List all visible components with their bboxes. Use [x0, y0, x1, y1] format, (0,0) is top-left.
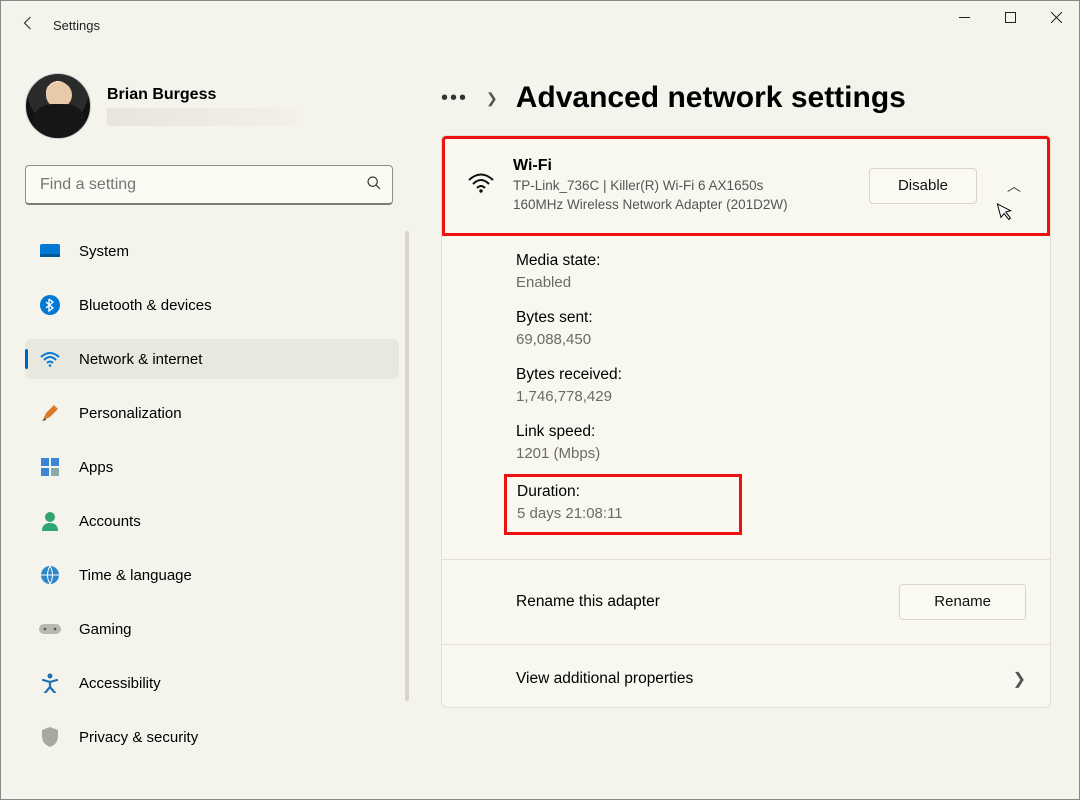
adapter-card: Wi-Fi TP-Link_736C | Killer(R) Wi-Fi 6 A…	[441, 135, 1051, 708]
breadcrumb: ••• ❯ Advanced network settings	[441, 81, 1061, 115]
system-icon	[39, 240, 61, 262]
divider	[442, 559, 1050, 560]
nav-label: Time & language	[79, 567, 192, 584]
nav-label: Bluetooth & devices	[79, 297, 212, 314]
view-properties-label: View additional properties	[516, 670, 693, 688]
bytes-sent-label: Bytes sent:	[516, 309, 1030, 327]
chevron-up-icon[interactable]: ︿	[1001, 176, 1027, 196]
media-state-label: Media state:	[516, 252, 1030, 270]
nav-accessibility[interactable]: Accessibility	[25, 663, 399, 703]
user-block[interactable]: Brian Burgess	[25, 67, 392, 151]
view-properties-row[interactable]: View additional properties ❯	[442, 651, 1050, 707]
bytes-sent-value: 69,088,450	[516, 331, 1030, 348]
nav-bluetooth[interactable]: Bluetooth & devices	[25, 285, 399, 325]
disable-button[interactable]: Disable	[869, 168, 977, 204]
nav-label: Gaming	[79, 621, 132, 638]
shield-icon	[39, 726, 61, 748]
nav-label: Privacy & security	[79, 729, 198, 746]
wifi-icon	[39, 348, 61, 370]
nav-list: System Bluetooth & devices Network & int…	[25, 231, 399, 757]
user-name: Brian Burgess	[107, 86, 297, 104]
accessibility-icon	[39, 672, 61, 694]
titlebar: Settings	[1, 1, 1079, 49]
adapter-stats: Media state: Enabled Bytes sent: 69,088,…	[442, 236, 1050, 553]
rename-button[interactable]: Rename	[899, 584, 1026, 620]
nav-scrollbar[interactable]	[405, 231, 409, 701]
chevron-right-icon: ❯	[486, 90, 498, 107]
page-title: Advanced network settings	[516, 81, 906, 115]
nav-network[interactable]: Network & internet	[25, 339, 399, 379]
nav-gaming[interactable]: Gaming	[25, 609, 399, 649]
nav-label: Network & internet	[79, 351, 202, 368]
nav-label: Accounts	[79, 513, 141, 530]
rename-label: Rename this adapter	[516, 593, 660, 611]
brush-icon	[39, 402, 61, 424]
wifi-icon	[467, 172, 495, 200]
media-state-value: Enabled	[516, 274, 1030, 291]
duration-value: 5 days 21:08:11	[517, 505, 689, 522]
nav-time-language[interactable]: Time & language	[25, 555, 399, 595]
nav-label: System	[79, 243, 129, 260]
bytes-received-label: Bytes received:	[516, 366, 1030, 384]
breadcrumb-overflow-button[interactable]: •••	[441, 87, 468, 110]
close-button[interactable]	[1033, 1, 1079, 33]
link-speed-label: Link speed:	[516, 423, 1030, 441]
adapter-details: TP-Link_736C | Killer(R) Wi-Fi 6 AX1650s…	[513, 177, 803, 215]
cursor-icon	[996, 199, 1016, 226]
person-icon	[39, 510, 61, 532]
duration-label: Duration:	[517, 483, 689, 501]
maximize-button[interactable]	[987, 1, 1033, 33]
nav-label: Accessibility	[79, 675, 161, 692]
nav-personalization[interactable]: Personalization	[25, 393, 399, 433]
back-button[interactable]	[9, 14, 49, 37]
nav-accounts[interactable]: Accounts	[25, 501, 399, 541]
window-controls	[941, 1, 1079, 33]
globe-clock-icon	[39, 564, 61, 586]
bluetooth-icon	[39, 294, 61, 316]
rename-row: Rename this adapter Rename	[442, 566, 1050, 638]
nav-system[interactable]: System	[25, 231, 399, 271]
bytes-received-value: 1,746,778,429	[516, 388, 1030, 405]
sidebar: Brian Burgess System Bluetooth & devices…	[1, 67, 406, 800]
adapter-header[interactable]: Wi-Fi TP-Link_736C | Killer(R) Wi-Fi 6 A…	[442, 136, 1050, 236]
avatar	[25, 73, 91, 139]
search-box[interactable]	[25, 165, 393, 205]
nav-label: Apps	[79, 459, 113, 476]
nav-label: Personalization	[79, 405, 182, 422]
adapter-name: Wi-Fi	[513, 157, 851, 175]
minimize-button[interactable]	[941, 1, 987, 33]
duration-highlight: Duration: 5 days 21:08:11	[504, 474, 742, 535]
search-input[interactable]	[40, 176, 366, 194]
app-title: Settings	[53, 18, 100, 33]
main-content: ••• ❯ Advanced network settings Wi-Fi TP…	[441, 81, 1061, 708]
chevron-right-icon: ❯	[1013, 669, 1026, 689]
link-speed-value: 1201 (Mbps)	[516, 445, 1030, 462]
search-icon	[366, 175, 382, 195]
apps-icon	[39, 456, 61, 478]
gamepad-icon	[39, 618, 61, 640]
nav-privacy[interactable]: Privacy & security	[25, 717, 399, 757]
nav-apps[interactable]: Apps	[25, 447, 399, 487]
divider	[442, 644, 1050, 645]
user-email-redacted	[107, 108, 297, 126]
